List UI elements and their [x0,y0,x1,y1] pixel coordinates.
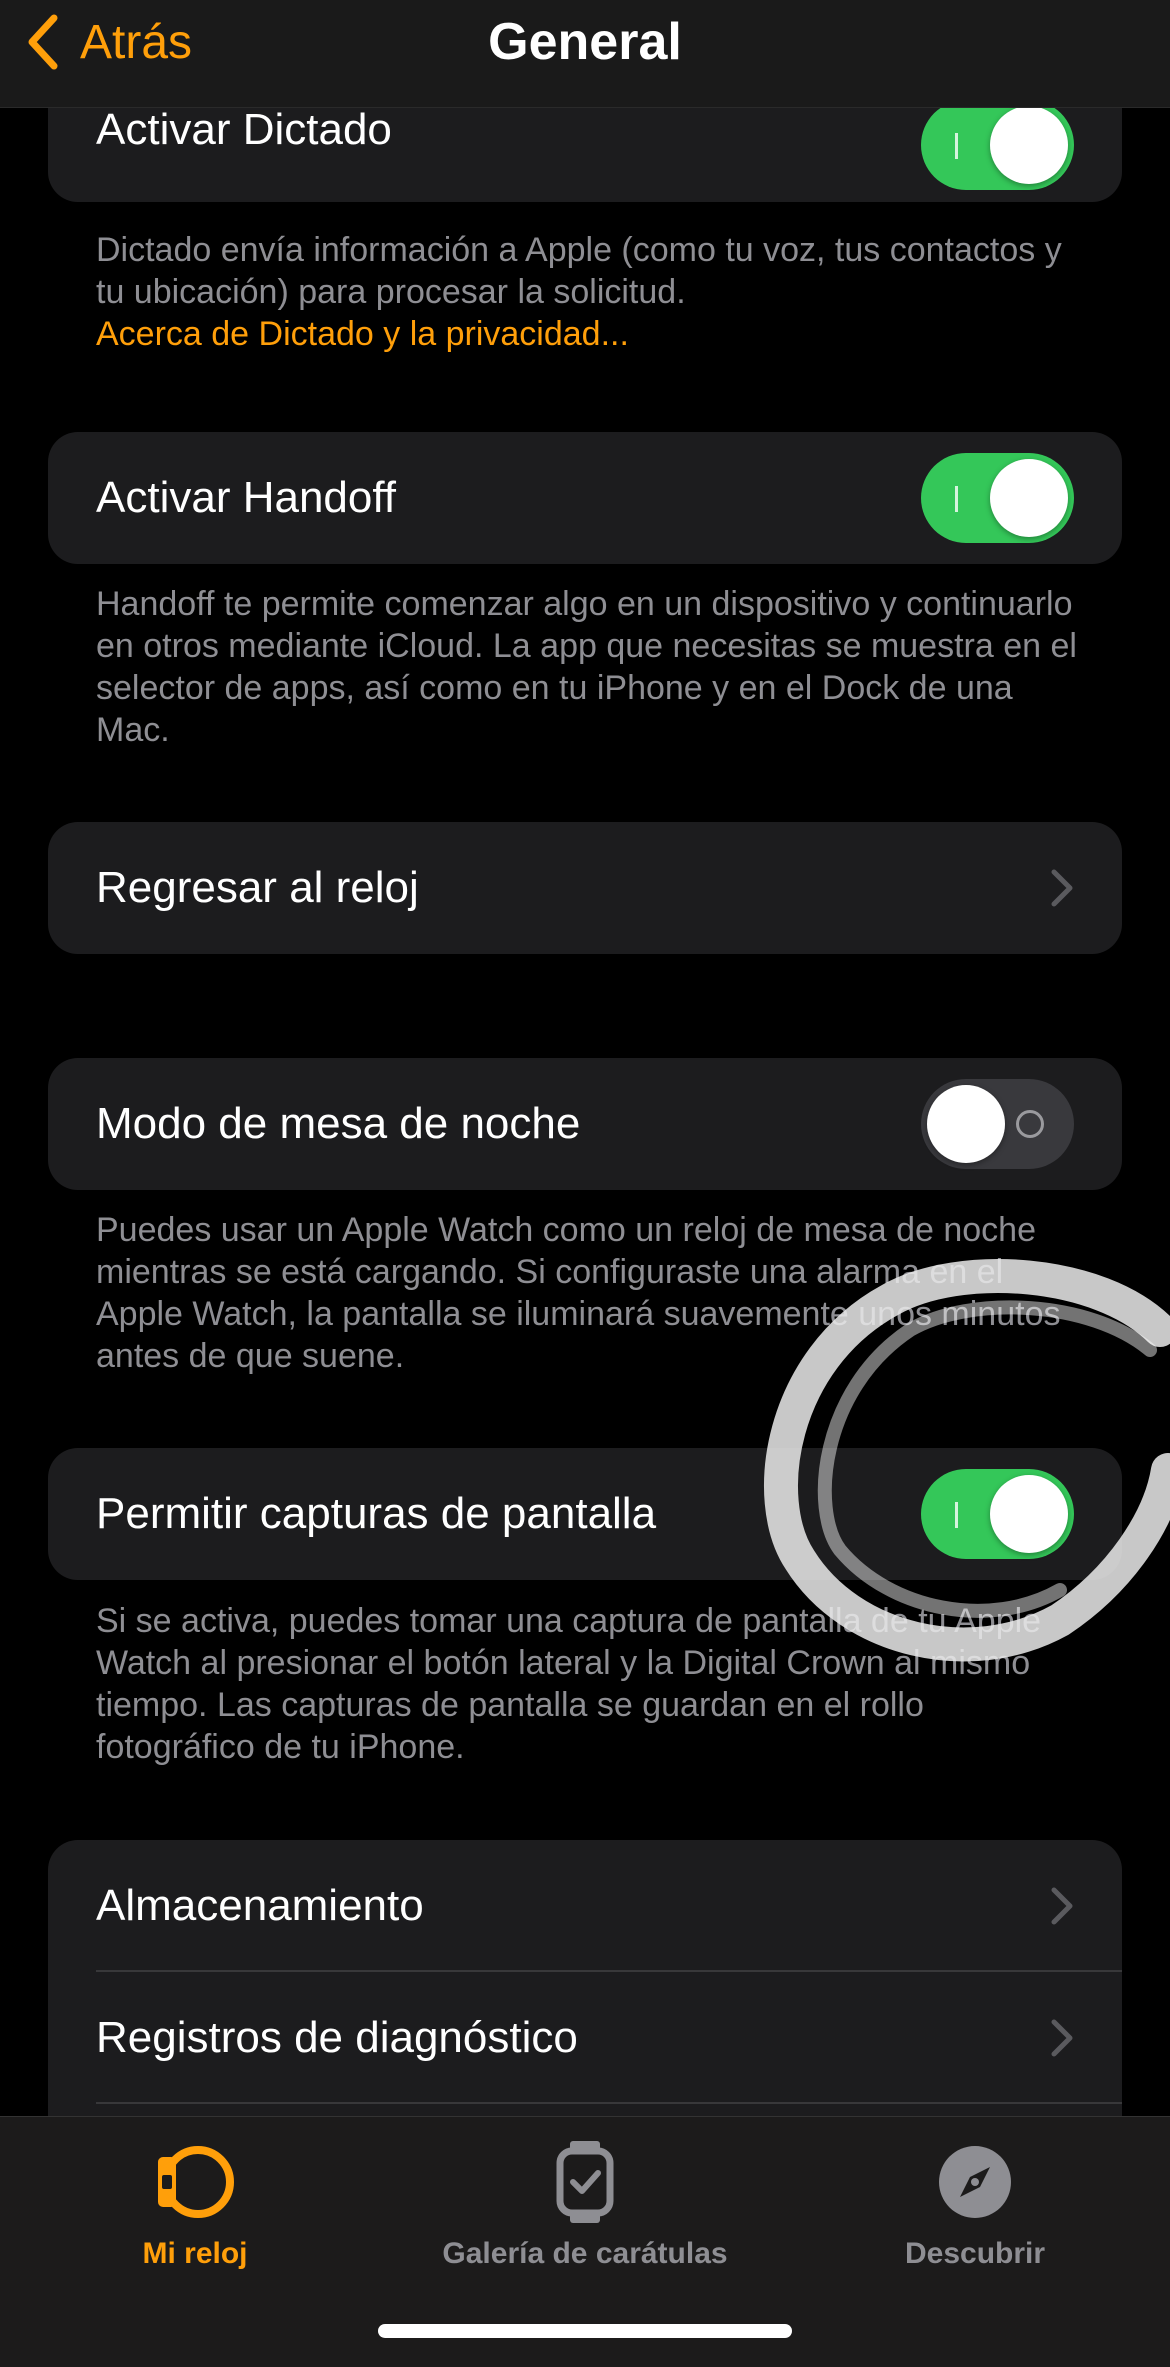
handoff-card: Activar Handoff [48,432,1122,564]
storage-label: Almacenamiento [96,1881,424,1930]
dictation-footnote-text: Dictado envía información a Apple (como … [96,231,1062,311]
screenshots-row[interactable]: Permitir capturas de pantalla [48,1448,1122,1580]
dictation-privacy-link[interactable]: Acerca de Dictado y la privacidad... [96,313,1086,355]
diagnostics-row[interactable]: Registros de diagnóstico [48,1972,1122,2104]
navigation-bar: Atrás General [0,0,1170,108]
nightstand-footnote: Puedes usar un Apple Watch como un reloj… [96,1211,1061,1375]
toggle-knob [990,1475,1068,1553]
tab-face-gallery[interactable]: Galería de carátulas [390,2137,780,2271]
diagnostics-label: Registros de diagnóstico [96,2013,578,2062]
nightstand-row[interactable]: Modo de mesa de noche [48,1058,1122,1190]
compass-icon [939,2146,1011,2218]
page-title: General [488,13,682,71]
nightstand-card: Modo de mesa de noche [48,1058,1122,1190]
toggle-knob [990,459,1068,537]
dictation-toggle[interactable] [921,100,1074,190]
screenshots-footnote: Si se activa, puedes tomar una captura d… [96,1602,1042,1766]
handoff-footnote: Handoff te permite comenzar algo en un d… [96,585,1077,749]
chevron-right-icon [1051,869,1073,907]
screenshots-label: Permitir capturas de pantalla [96,1489,657,1538]
chevron-right-icon [1051,1887,1073,1925]
watch-face-gallery-icon [556,2141,614,2223]
row-separator [96,2102,1122,2104]
tab-discover[interactable]: Descubrir [780,2137,1170,2271]
handoff-toggle[interactable] [921,453,1074,543]
tab-face-gallery-label: Galería de carátulas [442,2237,728,2270]
handoff-row[interactable]: Activar Handoff [48,432,1122,564]
storage-row[interactable]: Almacenamiento [48,1840,1122,1972]
return-to-clock-card: Regresar al reloj [48,822,1122,954]
tab-my-watch[interactable]: Mi reloj [0,2137,390,2271]
return-to-clock-label: Regresar al reloj [96,863,419,912]
tab-my-watch-label: Mi reloj [142,2237,248,2270]
screenshots-toggle[interactable] [921,1469,1074,1559]
home-indicator[interactable] [378,2324,792,2338]
chevron-right-icon [1051,2019,1073,2057]
nightstand-label: Modo de mesa de noche [96,1099,581,1148]
settings-screen: Activar Dictado Dictado envía informació… [0,0,1170,2367]
tab-discover-label: Descubrir [904,2237,1046,2270]
toggle-on-mark [955,1502,958,1528]
handoff-label: Activar Handoff [96,473,397,522]
toggle-knob [927,1085,1005,1163]
toggle-knob [990,106,1068,184]
dictation-footnote: Dictado envía información a Apple (como … [96,229,1086,355]
nightstand-toggle[interactable] [921,1079,1074,1169]
toggle-on-mark [955,133,958,159]
watch-icon [158,2146,234,2218]
toggle-off-mark [1016,1110,1044,1138]
toggle-on-mark [955,486,958,512]
screenshots-card: Permitir capturas de pantalla [48,1448,1122,1580]
return-to-clock-row[interactable]: Regresar al reloj [48,822,1122,954]
